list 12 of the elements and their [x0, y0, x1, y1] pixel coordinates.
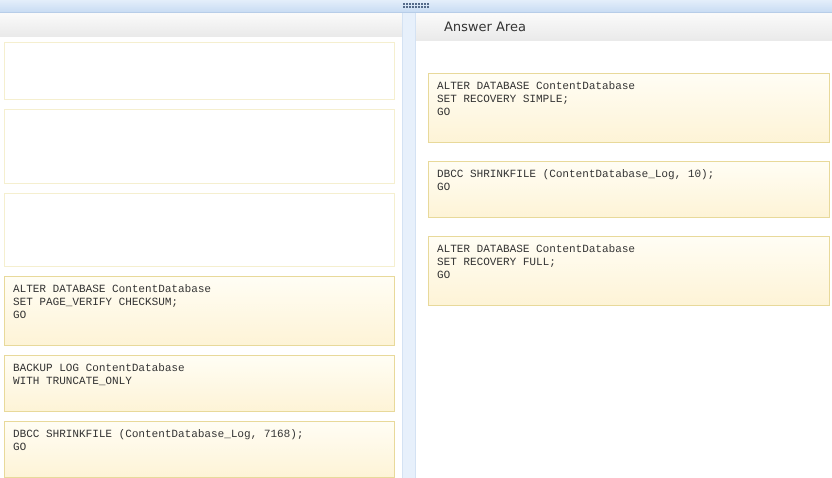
code-block-card[interactable]: ALTER DATABASE ContentDatabase SET RECOVERY FULL; GO [428, 236, 830, 306]
empty-drop-slot[interactable] [4, 42, 396, 100]
code-block-card[interactable]: ALTER DATABASE ContentDatabase SET RECOVERY SIMPLE; GO [428, 73, 830, 143]
empty-drop-slot[interactable] [4, 109, 396, 184]
code-block-card[interactable]: BACKUP LOG ContentDatabase WITH TRUNCATE_ONLY [4, 355, 396, 412]
splitter-bar[interactable] [0, 0, 832, 13]
grip-icon [402, 3, 430, 9]
code-block-card[interactable]: ALTER DATABASE ContentDatabase SET PAGE_VERIFY CHECKSUM; GO [4, 276, 396, 346]
code-block-card[interactable]: DBCC SHRINKFILE (ContentDatabase_Log, 7168); GO [4, 421, 396, 478]
code-block-card[interactable]: DBCC SHRINKFILE (ContentDatabase_Log, 10); GO [428, 161, 830, 218]
empty-drop-slot[interactable] [4, 193, 396, 267]
answer-area-title: Answer Area [444, 20, 526, 34]
